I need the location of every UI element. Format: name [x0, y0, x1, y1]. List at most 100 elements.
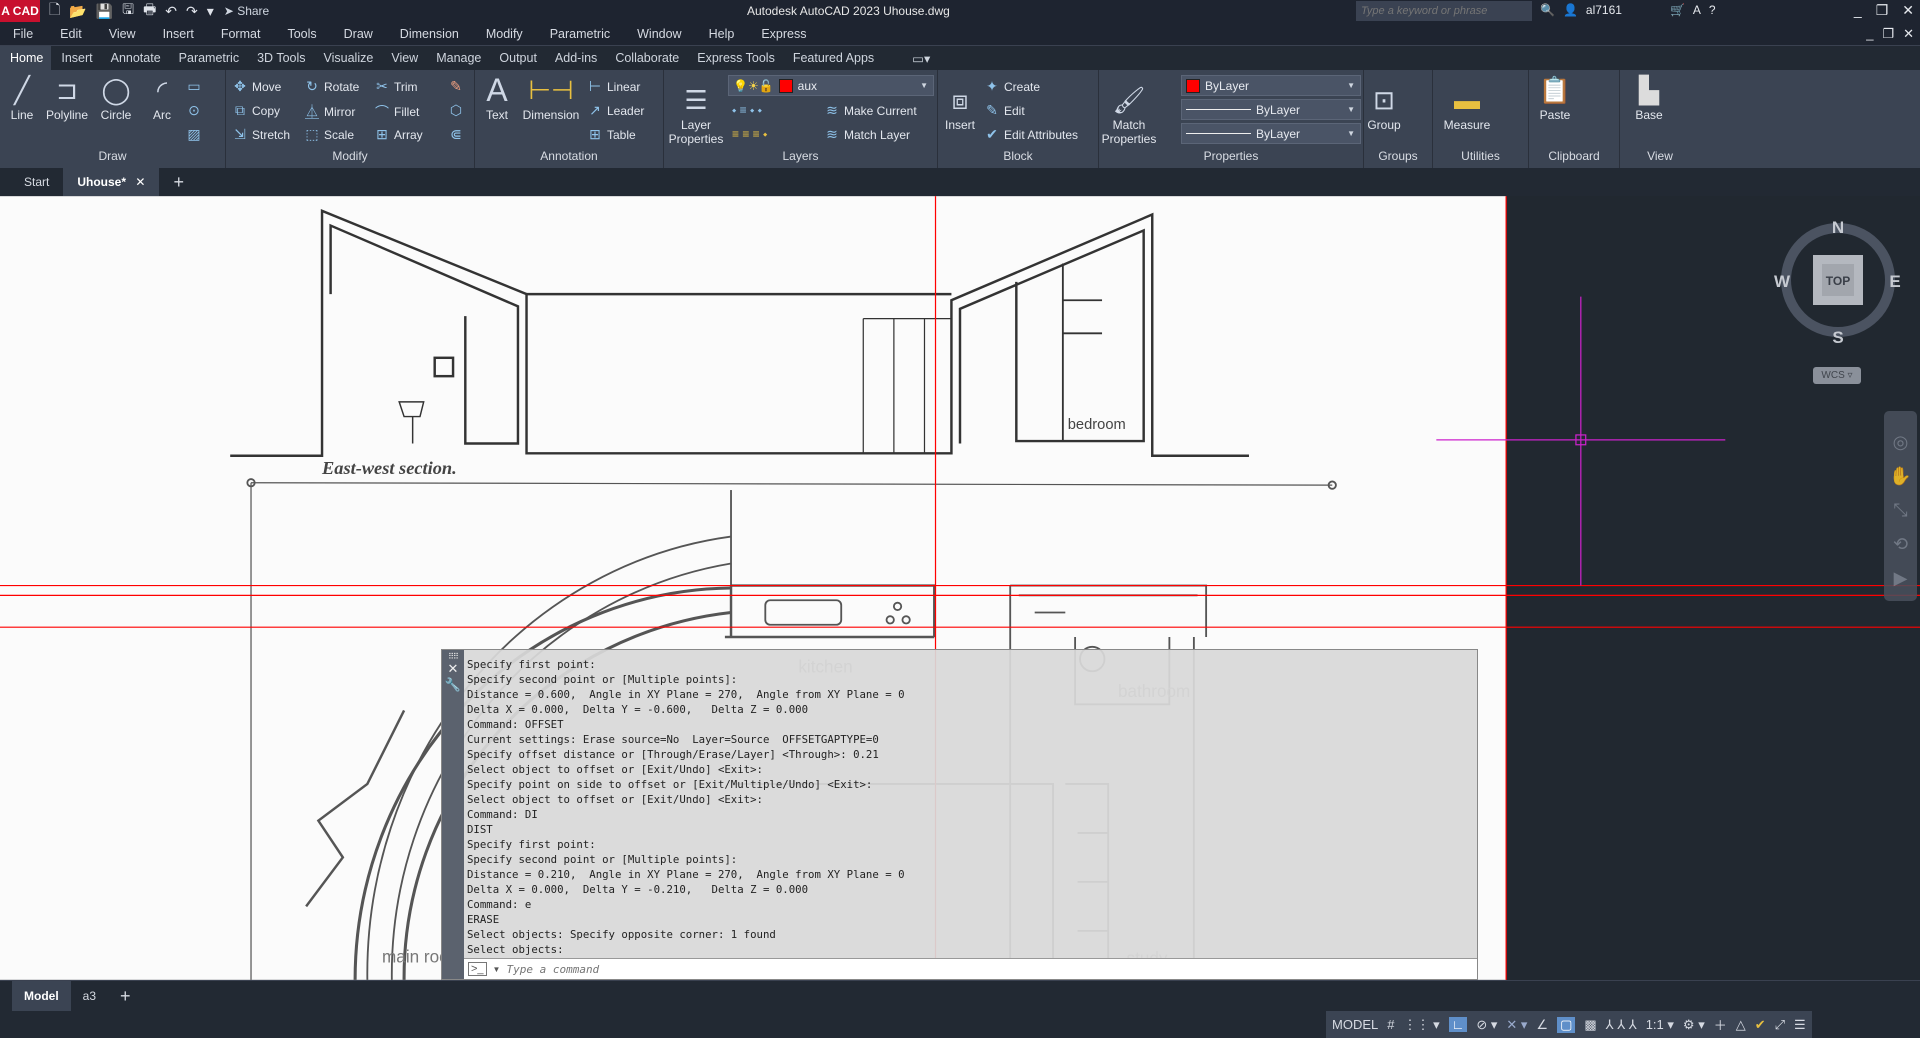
trim-button[interactable]: ✂ Trim: [374, 78, 417, 95]
autodesk-app-icon[interactable]: A: [1693, 3, 1701, 17]
group-button[interactable]: ⊡ Group: [1366, 84, 1402, 132]
menu-express[interactable]: Express: [761, 27, 806, 41]
panel-label-layers[interactable]: Layers: [664, 147, 937, 166]
ribbon-tab-visualize[interactable]: Visualize: [314, 46, 382, 70]
explode-button[interactable]: ⬡: [448, 102, 464, 119]
undo-icon[interactable]: ↶: [165, 3, 177, 20]
grid-icon[interactable]: #: [1387, 1017, 1394, 1032]
units-icon[interactable]: △: [1736, 1017, 1746, 1033]
transparency-icon[interactable]: ▩: [1584, 1017, 1596, 1033]
menu-format[interactable]: Format: [221, 27, 261, 41]
doc-minimize-button[interactable]: _: [1866, 26, 1873, 42]
menu-insert[interactable]: Insert: [163, 27, 194, 41]
close-button[interactable]: ✕: [1902, 2, 1914, 19]
orbit-icon[interactable]: ⟲: [1884, 527, 1917, 561]
rectangle-button[interactable]: ▭: [186, 78, 202, 95]
offset-button[interactable]: ⋐: [448, 126, 464, 143]
copy-button[interactable]: ⧉ Copy: [232, 102, 280, 119]
compass-s[interactable]: S: [1832, 328, 1843, 347]
panel-label-block[interactable]: Block: [938, 147, 1098, 166]
menu-dimension[interactable]: Dimension: [400, 27, 459, 41]
menu-file[interactable]: File: [13, 27, 33, 41]
clean-screen-icon[interactable]: ⤢: [1775, 1017, 1785, 1033]
ribbon-tab-manage[interactable]: Manage: [426, 46, 489, 70]
viewcube[interactable]: TOP N S W E: [1773, 217, 1903, 347]
compass-e[interactable]: E: [1889, 272, 1900, 291]
new-layout-button[interactable]: +: [108, 981, 143, 1012]
create-block-button[interactable]: ✦ Create: [984, 78, 1040, 95]
doc-close-button[interactable]: ✕: [1903, 26, 1914, 42]
ribbon-tab-express-tools[interactable]: Express Tools: [687, 46, 783, 70]
showmotion-icon[interactable]: ▶: [1884, 561, 1917, 595]
zoom-extents-icon[interactable]: ⤡: [1884, 493, 1917, 527]
ribbon-tab-insert[interactable]: Insert: [51, 46, 100, 70]
ribbon-tab-add-ins[interactable]: Add-ins: [545, 46, 605, 70]
ribbon-tab-collaborate[interactable]: Collaborate: [605, 46, 687, 70]
linear-button[interactable]: ⊢ Linear: [587, 78, 640, 95]
menu-window[interactable]: Window: [637, 27, 681, 41]
layout-tab-a3[interactable]: a3: [71, 981, 108, 1012]
workspace-gear-icon[interactable]: ⚙ ▾: [1683, 1017, 1705, 1033]
doc-restore-button[interactable]: ❐: [1882, 26, 1894, 42]
save-icon[interactable]: 💾: [96, 3, 113, 20]
minimize-button[interactable]: _: [1854, 2, 1862, 19]
line-button[interactable]: ╱ Line: [2, 74, 42, 122]
menu-draw[interactable]: Draw: [344, 27, 373, 41]
chevron-down-icon[interactable]: ▼: [493, 965, 501, 974]
command-window-handle[interactable]: ⠿⠿ ✕ 🔧: [442, 650, 464, 979]
edit-attributes-button[interactable]: ✔ Edit Attributes: [984, 126, 1078, 143]
panel-label-clipboard[interactable]: Clipboard: [1529, 147, 1619, 166]
pan-hand-icon[interactable]: ✋: [1884, 459, 1917, 493]
layer-tools-row1[interactable]: ⬩ ≡ ⬩ ⬩: [732, 103, 762, 118]
panel-label-groups[interactable]: Groups: [1364, 147, 1432, 166]
edit-block-button[interactable]: ✎ Edit: [984, 102, 1025, 119]
base-view-button[interactable]: ▙ Base: [1624, 74, 1674, 122]
menu-help[interactable]: Help: [709, 27, 735, 41]
snap-icon[interactable]: ⋮⋮ ▾: [1403, 1017, 1439, 1033]
insert-block-button[interactable]: ⧈ Insert: [940, 84, 980, 132]
mirror-button[interactable]: ⏅ Mirror: [304, 102, 355, 122]
linetype-dropdown[interactable]: ByLayer ▼: [1181, 99, 1361, 120]
ribbon-tab-parametric[interactable]: Parametric: [169, 46, 247, 70]
layer-dropdown[interactable]: 💡☀🔓 aux ▼: [728, 75, 934, 96]
ellipse-button[interactable]: ⊙: [186, 102, 202, 119]
stretch-button[interactable]: ⇲ Stretch: [232, 126, 290, 143]
panel-label-draw[interactable]: Draw: [0, 147, 225, 166]
circle-button[interactable]: ◯ Circle: [95, 74, 137, 122]
panel-label-view[interactable]: View: [1620, 147, 1700, 166]
help-icon[interactable]: ?: [1709, 3, 1716, 17]
polar-tracking-icon[interactable]: ⊘ ▾: [1476, 1017, 1497, 1033]
ribbon-tab-annotate[interactable]: Annotate: [101, 46, 169, 70]
hatch-button[interactable]: ▨: [186, 126, 202, 143]
new-tab-button[interactable]: +: [159, 168, 198, 196]
ribbon-tab-3d-tools[interactable]: 3D Tools: [247, 46, 313, 70]
steering-wheel-icon[interactable]: ◎: [1884, 425, 1917, 459]
lineweight-dropdown[interactable]: ByLayer ▼: [1181, 123, 1361, 144]
cart-icon[interactable]: 🛒: [1670, 3, 1685, 17]
search-icon[interactable]: 🔍: [1540, 3, 1555, 17]
erase-button[interactable]: ✎: [448, 78, 464, 95]
customize-wrench-icon[interactable]: 🔧: [442, 677, 464, 693]
share-button[interactable]: ➤ Share: [224, 4, 269, 18]
ribbon-tab-featured-apps[interactable]: Featured Apps: [783, 46, 882, 70]
array-button[interactable]: ⊞ Array: [374, 126, 423, 143]
measure-button[interactable]: ▬ Measure: [1437, 84, 1497, 132]
move-button[interactable]: ✥ Move: [232, 78, 281, 95]
command-input[interactable]: [506, 962, 1407, 976]
annotation-visibility-icon[interactable]: ⅄ ⅄ ⅄: [1606, 1017, 1637, 1033]
panel-label-annotation[interactable]: Annotation: [475, 147, 663, 166]
object-snap-tracking-icon[interactable]: ∠: [1536, 1017, 1548, 1033]
ucs-menu-button[interactable]: WCS ▿: [1813, 367, 1861, 384]
paste-button[interactable]: 📋 Paste: [1533, 74, 1577, 122]
search-input[interactable]: [1356, 1, 1532, 21]
match-layer-button[interactable]: ≋ Match Layer: [824, 126, 910, 143]
ribbon-tab-output[interactable]: Output: [489, 46, 545, 70]
table-button[interactable]: ⊞ Table: [587, 126, 636, 143]
save-as-icon[interactable]: 🖫: [122, 0, 134, 23]
ribbon-tab-home[interactable]: Home: [0, 46, 52, 70]
match-properties-button[interactable]: 🖌 Match Properties: [1101, 84, 1157, 146]
annotation-scale[interactable]: 1:1 ▾: [1646, 1017, 1674, 1033]
command-prompt-icon[interactable]: >_: [468, 962, 487, 976]
make-current-button[interactable]: ≋ Make Current: [824, 102, 917, 119]
menu-tools[interactable]: Tools: [287, 27, 316, 41]
